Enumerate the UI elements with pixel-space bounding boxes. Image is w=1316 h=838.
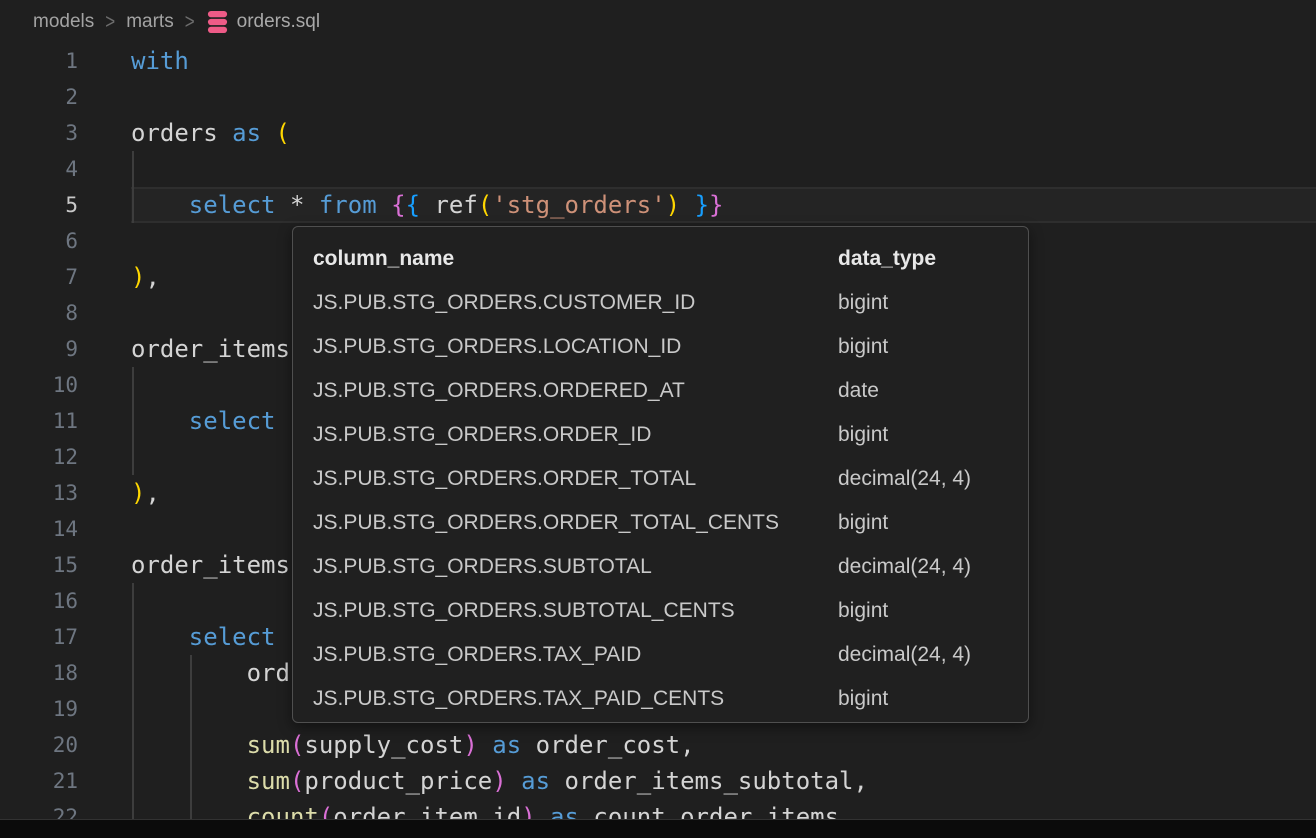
indent-guide xyxy=(132,367,134,403)
code-text: orders as ( xyxy=(131,115,290,151)
hover-row-column-name: JS.PUB.STG_ORDERS.SUBTOTAL xyxy=(313,545,838,589)
line-number[interactable]: 21 xyxy=(0,763,78,799)
code-line-20[interactable]: 20 sum(supply_cost) as order_cost, xyxy=(0,727,1316,763)
code-line-4[interactable]: 4 xyxy=(0,151,1316,187)
line-number[interactable]: 16 xyxy=(0,583,78,619)
hover-row-data-type: bigint xyxy=(838,677,1014,721)
line-number[interactable]: 6 xyxy=(0,223,78,259)
indent-guide xyxy=(132,151,134,187)
editor-window: models > marts > orders.sql 1 with 23 order… xyxy=(0,0,1316,838)
breadcrumb-item-models[interactable]: models xyxy=(33,11,94,33)
hover-row-data-type: decimal(24, 4) xyxy=(838,457,1014,501)
code-text: with xyxy=(131,43,189,79)
code-text: order_items xyxy=(131,547,290,583)
breadcrumb-item-marts[interactable]: marts xyxy=(126,11,174,33)
line-number[interactable]: 12 xyxy=(0,439,78,475)
line-number[interactable]: 20 xyxy=(0,727,78,763)
breadcrumb: models > marts > orders.sql xyxy=(33,0,320,44)
indent-guide xyxy=(190,691,192,727)
hover-row-column-name: JS.PUB.STG_ORDERS.SUBTOTAL_CENTS xyxy=(313,589,838,633)
hover-row-column-name: JS.PUB.STG_ORDERS.TAX_PAID xyxy=(313,633,838,677)
hover-row-data-type: bigint xyxy=(838,281,1014,325)
hover-row-column-name: JS.PUB.STG_ORDERS.CUSTOMER_ID xyxy=(313,281,838,325)
hover-row-data-type: decimal(24, 4) xyxy=(838,633,1014,677)
indent-guide xyxy=(132,691,134,727)
line-number[interactable]: 14 xyxy=(0,511,78,547)
code-line-21[interactable]: 21 sum(product_price) as order_items_sub… xyxy=(0,763,1316,799)
line-number[interactable]: 11 xyxy=(0,403,78,439)
indent-guide xyxy=(132,439,134,475)
hover-table-header-data-type: data_type xyxy=(838,237,1014,281)
code-line-5[interactable]: 5 select * from {{ ref('stg_orders') }} xyxy=(0,187,1316,223)
database-icon xyxy=(206,10,229,34)
line-number[interactable]: 2 xyxy=(0,79,78,115)
line-number[interactable]: 3 xyxy=(0,115,78,151)
code-line-2[interactable]: 2 xyxy=(0,79,1316,115)
hover-row-data-type: date xyxy=(838,369,1014,413)
hover-row-column-name: JS.PUB.STG_ORDERS.ORDERED_AT xyxy=(313,369,838,413)
hover-row-data-type: decimal(24, 4) xyxy=(838,545,1014,589)
window-bottom-edge xyxy=(0,819,1316,838)
line-number[interactable]: 9 xyxy=(0,331,78,367)
code-text: ), xyxy=(131,475,160,511)
hover-row-data-type: bigint xyxy=(838,413,1014,457)
line-number[interactable]: 10 xyxy=(0,367,78,403)
line-number[interactable]: 5 xyxy=(0,187,78,223)
hover-row-column-name: JS.PUB.STG_ORDERS.ORDER_ID xyxy=(313,413,838,457)
indent-guide xyxy=(132,583,134,619)
code-text: sum(supply_cost) as order_cost, xyxy=(131,727,695,763)
hover-row-data-type: bigint xyxy=(838,589,1014,633)
hover-row-data-type: bigint xyxy=(838,501,1014,545)
breadcrumb-file-name: orders.sql xyxy=(237,11,320,33)
hover-row-column-name: JS.PUB.STG_ORDERS.TAX_PAID_CENTS xyxy=(313,677,838,721)
hover-table-header-column-name: column_name xyxy=(313,237,838,281)
line-number[interactable]: 13 xyxy=(0,475,78,511)
line-number[interactable]: 8 xyxy=(0,295,78,331)
code-text: order_items xyxy=(131,331,290,367)
code-text: ), xyxy=(131,259,160,295)
hover-row-column-name: JS.PUB.STG_ORDERS.LOCATION_ID xyxy=(313,325,838,369)
code-text: sum(product_price) as order_items_subtot… xyxy=(131,763,868,799)
code-line-1[interactable]: 1 with xyxy=(0,43,1316,79)
hover-row-column-name: JS.PUB.STG_ORDERS.ORDER_TOTAL_CENTS xyxy=(313,501,838,545)
hover-popup: column_name data_type JS.PUB.STG_ORDERS.… xyxy=(292,226,1029,723)
breadcrumb-file[interactable]: orders.sql xyxy=(206,10,320,34)
line-number[interactable]: 4 xyxy=(0,151,78,187)
breadcrumb-separator: > xyxy=(185,10,195,35)
code-text: select xyxy=(131,403,276,439)
hover-row-column-name: JS.PUB.STG_ORDERS.ORDER_TOTAL xyxy=(313,457,838,501)
hover-table: column_name data_type JS.PUB.STG_ORDERS.… xyxy=(293,227,1028,721)
hover-row-data-type: bigint xyxy=(838,325,1014,369)
line-number[interactable]: 19 xyxy=(0,691,78,727)
line-number[interactable]: 1 xyxy=(0,43,78,79)
code-text: select xyxy=(131,619,276,655)
breadcrumb-separator: > xyxy=(105,10,115,35)
line-number[interactable]: 15 xyxy=(0,547,78,583)
line-number[interactable]: 18 xyxy=(0,655,78,691)
line-number[interactable]: 7 xyxy=(0,259,78,295)
code-line-3[interactable]: 3 orders as ( xyxy=(0,115,1316,151)
code-text: select * from {{ ref('stg_orders') }} xyxy=(131,187,723,223)
code-text: ord xyxy=(131,655,290,691)
line-number[interactable]: 17 xyxy=(0,619,78,655)
